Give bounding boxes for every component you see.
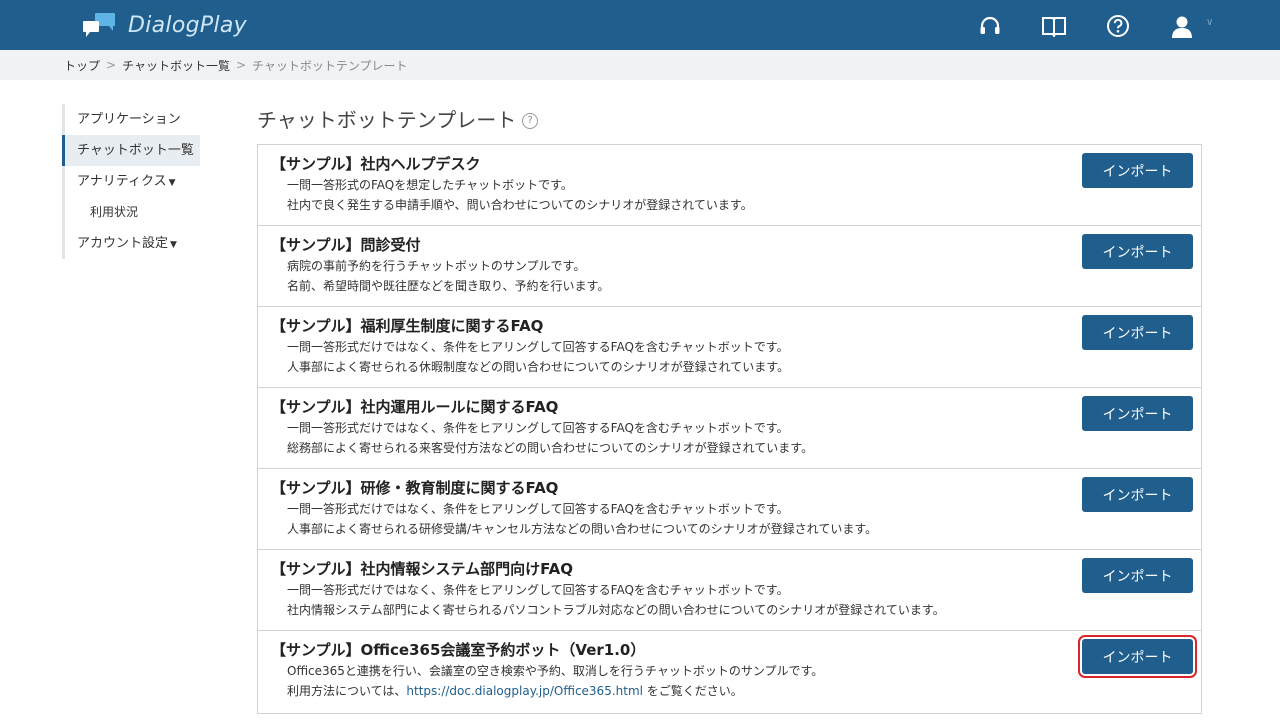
template-title: 【サンプル】Office365会議室予約ボット（Ver1.0） [271, 641, 646, 659]
import-button[interactable]: インポート [1082, 234, 1193, 269]
template-description: 一問一答形式のFAQを想定したチャットボットです。 [287, 178, 573, 192]
template-title: 【サンプル】社内情報システム部門向けFAQ [271, 560, 573, 578]
breadcrumb-home[interactable]: トップ [64, 57, 100, 74]
template-item: 【サンプル】福利厚生制度に関するFAQ 一問一答形式だけではなく、条件をヒアリン… [258, 307, 1201, 388]
template-description: 病院の事前予約を行うチャットボットのサンプルです。 [287, 259, 586, 273]
doc-link[interactable]: https://doc.dialogplay.jp/Office365.html [406, 684, 643, 698]
help-icon[interactable] [1105, 13, 1131, 39]
usage-text-prefix: 利用方法については、 [287, 684, 407, 698]
template-title: 【サンプル】福利厚生制度に関するFAQ [271, 317, 544, 335]
caret-down-icon: ▼ [168, 178, 176, 188]
template-description: 一問一答形式だけではなく、条件をヒアリングして回答するFAQを含むチャットボット… [287, 340, 789, 354]
import-button[interactable]: インポート [1082, 153, 1193, 188]
template-description: 人事部によく寄せられる休暇制度などの問い合わせについてのシナリオが登録されていま… [287, 360, 790, 374]
template-title: 【サンプル】社内ヘルプデスク [271, 155, 481, 173]
sidebar: アプリケーション チャットボット一覧 アナリティクス ▼ 利用状況 アカウント設定… [62, 104, 222, 259]
sidebar-item-label: アナリティクス [77, 174, 167, 189]
headset-icon[interactable] [977, 13, 1003, 39]
question-circle-icon[interactable]: ? [522, 112, 539, 129]
breadcrumb-separator: > [106, 58, 117, 72]
template-description: 社内情報システム部門によく寄せられるパソコントラブル対応などの問い合わせについて… [287, 603, 945, 617]
chat-bubbles-logo-icon [82, 11, 116, 39]
page-title: チャットボットテンプレート [257, 108, 517, 132]
app-name: DialogPlay [128, 12, 247, 38]
template-description: 名前、希望時間や既往歴などを聞き取り、予約を行います。 [287, 279, 610, 293]
sidebar-item-label: アプリケーション [77, 112, 181, 127]
import-button[interactable]: インポート [1082, 396, 1193, 431]
template-item: 【サンプル】社内運用ルールに関するFAQ 一問一答形式だけではなく、条件をヒアリ… [258, 388, 1201, 469]
sidebar-item-label: アカウント設定 [77, 236, 169, 251]
sidebar-item-account-settings[interactable]: アカウント設定 ▼ [62, 228, 222, 259]
book-icon[interactable] [1041, 13, 1067, 39]
template-item: 【サンプル】Office365会議室予約ボット（Ver1.0） Office36… [258, 631, 1201, 713]
sidebar-item-label: 利用状況 [90, 205, 139, 219]
template-description: 一問一答形式だけではなく、条件をヒアリングして回答するFAQを含むチャットボット… [287, 502, 789, 516]
template-item: 【サンプル】問診受付 病院の事前予約を行うチャットボットのサンプルです。 名前、… [258, 226, 1201, 307]
sidebar-item-label: チャットボット一覧 [77, 143, 194, 158]
sidebar-item-applications[interactable]: アプリケーション [62, 104, 222, 135]
user-icon[interactable] [1169, 13, 1195, 39]
import-button[interactable]: インポート [1078, 635, 1197, 678]
caret-down-icon: ▼ [170, 240, 177, 250]
template-description: 利用方法については、https://doc.dialogplay.jp/Offi… [271, 681, 1201, 701]
template-list: 【サンプル】社内ヘルプデスク 一問一答形式のFAQを想定したチャットボットです。… [257, 144, 1202, 714]
template-description: 人事部によく寄せられる研修受講/キャンセル方法などの問い合わせについてのシナリオ… [287, 522, 878, 536]
breadcrumb-current: チャットボットテンプレート [252, 58, 408, 73]
top-navbar: DialogPlay ∨ [0, 0, 1280, 50]
template-description: 一問一答形式だけではなく、条件をヒアリングして回答するFAQを含むチャットボット… [287, 583, 789, 597]
template-title: 【サンプル】研修・教育制度に関するFAQ [271, 479, 559, 497]
import-button[interactable]: インポート [1082, 477, 1193, 512]
template-description: 一問一答形式だけではなく、条件をヒアリングして回答するFAQを含むチャットボット… [287, 421, 789, 435]
sidebar-item-usage[interactable]: 利用状況 [62, 197, 222, 228]
import-button[interactable]: インポート [1082, 315, 1193, 350]
template-item: 【サンプル】社内ヘルプデスク 一問一答形式のFAQを想定したチャットボットです。… [258, 145, 1201, 226]
template-description: Office365と連携を行い、会議室の空き検索や予約、取消しを行うチャットボッ… [287, 664, 824, 678]
breadcrumb: トップ > チャットボット一覧 > チャットボットテンプレート [0, 50, 1280, 80]
breadcrumb-separator: > [235, 58, 247, 72]
sidebar-item-chatbot-list[interactable]: チャットボット一覧 [62, 135, 200, 166]
chevron-down-icon[interactable]: ∨ [1206, 17, 1213, 28]
template-title: 【サンプル】問診受付 [271, 236, 421, 254]
sidebar-item-analytics[interactable]: アナリティクス ▼ [62, 166, 222, 197]
import-button[interactable]: インポート [1082, 558, 1193, 593]
page-title-container: チャットボットテンプレート ? [257, 104, 539, 133]
template-item: 【サンプル】社内情報システム部門向けFAQ 一問一答形式だけではなく、条件をヒア… [258, 550, 1201, 631]
template-description: 社内で良く発生する申請手順や、問い合わせについてのシナリオが登録されています。 [287, 198, 753, 212]
template-item: 【サンプル】研修・教育制度に関するFAQ 一問一答形式だけではなく、条件をヒアリ… [258, 469, 1201, 550]
template-description: 総務部によく寄せられる来客受付方法などの問い合わせについてのシナリオが登録されて… [287, 441, 814, 455]
breadcrumb-chatbot-list[interactable]: チャットボット一覧 [122, 57, 230, 74]
app-logo[interactable]: DialogPlay [82, 10, 247, 40]
template-title: 【サンプル】社内運用ルールに関するFAQ [271, 398, 559, 416]
usage-text-suffix: をご覧ください。 [642, 684, 743, 698]
